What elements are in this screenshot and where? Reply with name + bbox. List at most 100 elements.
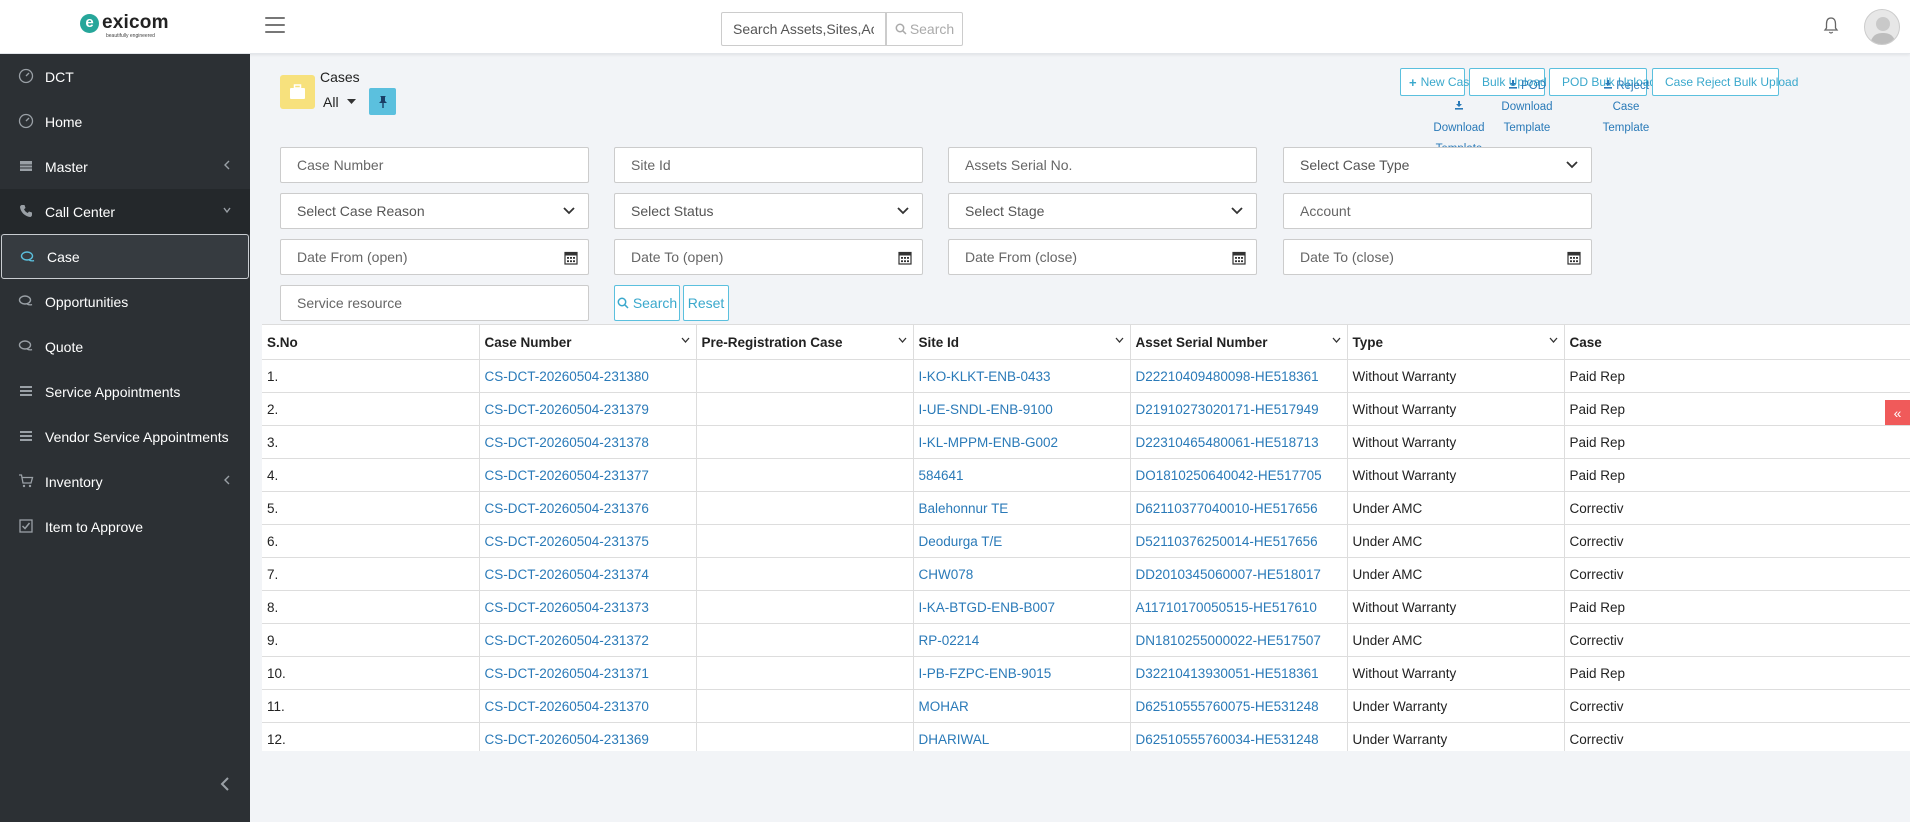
table-row[interactable]: 1. CS-DCT-20260504-231380 I-KO-KLKT-ENB-04… <box>262 359 1910 393</box>
stage-select[interactable]: Select Stage <box>948 193 1257 229</box>
date-to-open-field[interactable] <box>614 239 923 275</box>
cell-asset-serial-number[interactable]: D21910273020171-HE517949 <box>1130 392 1348 426</box>
case-number-input[interactable] <box>297 157 572 173</box>
reject-case-template-link[interactable]: Reject Case Template <box>1590 76 1662 139</box>
calendar-icon[interactable] <box>564 250 578 265</box>
sidebar-item-dct[interactable]: DCT <box>0 54 250 99</box>
table-row[interactable]: 3. CS-DCT-20260504-231378 I-KL-MPPM-ENB-G0… <box>262 425 1910 459</box>
cell-asset-serial-number[interactable]: D52110376250014-HE517656 <box>1130 524 1348 558</box>
cell-site-id[interactable]: I-KL-MPPM-ENB-G002 <box>913 425 1131 459</box>
table-row[interactable]: 4. CS-DCT-20260504-231377 584641 DO18102506… <box>262 458 1910 492</box>
cell-case-number[interactable]: CS-DCT-20260504-231376 <box>479 491 697 525</box>
sort-chevron-icon[interactable] <box>1332 337 1341 343</box>
cell-asset-serial-number[interactable]: D22210409480098-HE518361 <box>1130 359 1348 393</box>
table-row[interactable]: 6. CS-DCT-20260504-231375 Deodurga T/E D521… <box>262 524 1910 558</box>
cell-case-number[interactable]: CS-DCT-20260504-231369 <box>479 722 697 751</box>
date-from-close-input[interactable] <box>965 249 1240 265</box>
date-from-close-field[interactable] <box>948 239 1257 275</box>
date-to-close-field[interactable] <box>1283 239 1592 275</box>
sort-chevron-icon[interactable] <box>1549 337 1558 343</box>
reset-button[interactable]: Reset <box>683 285 729 321</box>
cell-asset-serial-number[interactable]: D62110377040010-HE517656 <box>1130 491 1348 525</box>
cell-site-id[interactable]: Deodurga T/E <box>913 524 1131 558</box>
calendar-icon[interactable] <box>898 250 912 265</box>
global-search-input[interactable] <box>721 12 886 46</box>
cell-case-number[interactable]: CS-DCT-20260504-231370 <box>479 689 697 723</box>
cell-asset-serial-number[interactable]: D62510555760075-HE531248 <box>1130 689 1348 723</box>
column-header-asset-serial-number[interactable]: Asset Serial Number <box>1130 324 1348 360</box>
cell-asset-serial-number[interactable]: D62510555760034-HE531248 <box>1130 722 1348 751</box>
cell-asset-serial-number[interactable]: DN1810255000022-HE517507 <box>1130 623 1348 657</box>
bell-icon[interactable] <box>1823 16 1839 36</box>
table-row[interactable]: 10. CS-DCT-20260504-231371 I-PB-FZPC-ENB-9… <box>262 656 1910 690</box>
cell-case-number[interactable]: CS-DCT-20260504-231375 <box>479 524 697 558</box>
calendar-icon[interactable] <box>1567 250 1581 265</box>
site-id-input[interactable] <box>631 157 906 173</box>
sidebar-item-home[interactable]: Home <box>0 99 250 144</box>
account-input[interactable] <box>1300 203 1575 219</box>
sort-chevron-icon[interactable] <box>681 337 690 343</box>
sidebar-item-item-to-approve[interactable]: Item to Approve <box>0 504 250 549</box>
collapse-panel-tab[interactable]: « <box>1885 400 1910 425</box>
cell-site-id[interactable]: Balehonnur TE <box>913 491 1131 525</box>
pod-download-template-link[interactable]: POD Download Template <box>1500 76 1554 139</box>
cell-site-id[interactable]: I-KA-BTGD-ENB-B007 <box>913 590 1131 624</box>
logo[interactable]: e exicom beautifully engineered <box>80 12 180 40</box>
sidebar-item-inventory[interactable]: Inventory <box>0 459 250 504</box>
date-from-open-input[interactable] <box>297 249 572 265</box>
case-reason-select[interactable]: Select Case Reason <box>280 193 589 229</box>
table-row[interactable]: 12. CS-DCT-20260504-231369 DHARIWAL D625105… <box>262 722 1910 751</box>
case-type-select[interactable]: Select Case Type <box>1283 147 1592 183</box>
pin-button[interactable] <box>369 88 396 115</box>
cell-site-id[interactable]: DHARIWAL <box>913 722 1131 751</box>
table-row[interactable]: 11. CS-DCT-20260504-231370 MOHAR D625105557… <box>262 689 1910 723</box>
cell-case-number[interactable]: CS-DCT-20260504-231371 <box>479 656 697 690</box>
cell-site-id[interactable]: I-UE-SNDL-ENB-9100 <box>913 392 1131 426</box>
filter-search-button[interactable]: Search <box>614 285 680 321</box>
global-search-button[interactable]: Search <box>886 12 963 46</box>
column-header-type[interactable]: Type <box>1347 324 1565 360</box>
cell-site-id[interactable]: MOHAR <box>913 689 1131 723</box>
table-row[interactable]: 8. CS-DCT-20260504-231373 I-KA-BTGD-ENB-B0… <box>262 590 1910 624</box>
cell-case-number[interactable]: CS-DCT-20260504-231372 <box>479 623 697 657</box>
sort-chevron-icon[interactable] <box>1115 337 1124 343</box>
column-header-pre-registration-case[interactable]: Pre-Registration Case <box>696 324 914 360</box>
table-row[interactable]: 5. CS-DCT-20260504-231376 Balehonnur TE D62… <box>262 491 1910 525</box>
case-number-field[interactable] <box>280 147 589 183</box>
cell-site-id[interactable]: I-KO-KLKT-ENB-0433 <box>913 359 1131 393</box>
cell-asset-serial-number[interactable]: D32210413930051-HE518361 <box>1130 656 1348 690</box>
cell-asset-serial-number[interactable]: DD2010345060007-HE518017 <box>1130 557 1348 591</box>
table-row[interactable]: 7. CS-DCT-20260504-231374 CHW078 DD20103450… <box>262 557 1910 591</box>
sidebar-item-service-appointments[interactable]: Service Appointments <box>0 369 250 414</box>
sidebar-collapse-icon[interactable] <box>215 774 235 794</box>
table-row[interactable]: 9. CS-DCT-20260504-231372 RP-02214 DN181025… <box>262 623 1910 657</box>
date-to-open-input[interactable] <box>631 249 906 265</box>
column-header-site-id[interactable]: Site Id <box>913 324 1131 360</box>
cell-site-id[interactable]: 584641 <box>913 458 1131 492</box>
user-avatar[interactable] <box>1864 9 1900 45</box>
cell-case-number[interactable]: CS-DCT-20260504-231378 <box>479 425 697 459</box>
account-field[interactable] <box>1283 193 1592 229</box>
calendar-icon[interactable] <box>1232 250 1246 265</box>
column-header-case-number[interactable]: Case Number <box>479 324 697 360</box>
cell-asset-serial-number[interactable]: D22310465480061-HE518713 <box>1130 425 1348 459</box>
cell-site-id[interactable]: CHW078 <box>913 557 1131 591</box>
cell-case-number[interactable]: CS-DCT-20260504-231374 <box>479 557 697 591</box>
table-row[interactable]: 2. CS-DCT-20260504-231379 I-UE-SNDL-ENB-91… <box>262 392 1910 426</box>
site-id-field[interactable] <box>614 147 923 183</box>
status-select[interactable]: Select Status <box>614 193 923 229</box>
cell-site-id[interactable]: I-PB-FZPC-ENB-9015 <box>913 656 1131 690</box>
sort-chevron-icon[interactable] <box>898 337 907 343</box>
service-resource-field[interactable] <box>280 285 589 321</box>
sidebar-item-vendor-service-appointments[interactable]: Vendor Service Appointments <box>0 414 250 459</box>
assets-serial-input[interactable] <box>965 157 1240 173</box>
cell-asset-serial-number[interactable]: DO1810250640042-HE517705 <box>1130 458 1348 492</box>
cell-case-number[interactable]: CS-DCT-20260504-231379 <box>479 392 697 426</box>
cell-case-number[interactable]: CS-DCT-20260504-231373 <box>479 590 697 624</box>
cell-case-number[interactable]: CS-DCT-20260504-231377 <box>479 458 697 492</box>
cell-case-number[interactable]: CS-DCT-20260504-231380 <box>479 359 697 393</box>
sidebar-item-call-center[interactable]: Call Center <box>0 189 250 234</box>
cell-asset-serial-number[interactable]: A11710170050515-HE517610 <box>1130 590 1348 624</box>
new-case-button[interactable]: + New Case <box>1400 68 1476 96</box>
column-header-sno[interactable]: S.No <box>262 324 480 360</box>
